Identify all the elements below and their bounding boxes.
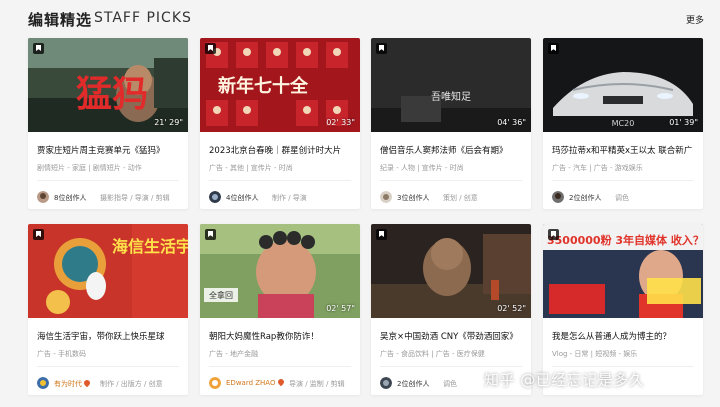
thumbnail-image: 海信生活宇宙 [28,224,188,318]
section-header: 编辑精选 STAFF PICKS 更多 [28,8,706,30]
video-title[interactable]: 朝阳大妈魔性Rap教你防诈！ [209,330,357,342]
video-card[interactable]: 新年七十全 02' 33" 2023北京台春晚｜群星创计时大片 广告 - 其他 … [200,38,360,209]
card-footer: 4位创作人 制作 / 导演 [209,191,357,203]
creator-roles: 制作 / 出版方 / 创意 [100,380,163,388]
creator-avatar[interactable] [37,191,49,203]
svg-text:猛犸: 猛犸 [76,73,148,115]
bookmark-icon[interactable] [205,229,216,240]
video-title[interactable]: 吴京×中国劲酒 CNY《带劲酒回家》 [380,330,528,342]
card-divider [380,180,522,181]
card-divider [552,180,694,181]
creator-roles: 调色 [615,194,629,202]
video-title[interactable]: 我是怎么从普通人成为博主的？ [552,330,700,342]
video-thumbnail[interactable]: 吾唯知足 04' 36" [371,38,531,132]
creator-roles: 制作 / 导演 [272,194,307,202]
card-footer: 2位创作人 调色 [552,191,700,203]
video-card[interactable]: 猛犸 21' 29" 贾家庄短片周主竞赛单元《猛犸》 剧情短片 - 家庭 | 剧… [28,38,188,209]
video-title[interactable]: 海信生活宇宙，带你跃上快乐星球 [37,330,185,342]
staff-picks-page: 编辑精选 STAFF PICKS 更多 猛犸 21' 29" 贾家庄短片周主竞赛… [0,0,720,407]
card-divider [552,366,694,367]
creator-name[interactable]: 4位创作人 [226,193,258,203]
video-thumbnail[interactable]: 新年七十全 02' 33" [200,38,360,132]
video-thumbnail[interactable]: MC20 01' 39" [543,38,703,132]
verified-badge-icon [82,378,92,388]
creator-avatar[interactable] [209,377,221,389]
video-title[interactable]: 2023北京台春晚｜群星创计时大片 [209,144,357,156]
card-footer: 有为时代 制作 / 出版方 / 创意 [37,377,185,389]
section-title-en: STAFF PICKS [94,10,192,26]
svg-text:3500000粉 3年自媒体 收入？恰饭？ 如何经营？ 未来: 3500000粉 3年自媒体 收入？恰饭？ 如何经营？ 未来规划？ [547,233,703,247]
card-footer: 3位创作人 策划 / 创意 [380,191,528,203]
card-divider [380,366,522,367]
svg-text:新年七十全: 新年七十全 [218,75,309,97]
video-duration: 02' 33" [326,118,355,127]
bookmark-icon[interactable] [33,229,44,240]
video-tags: 纪录 - 人物 | 宣传片 - 时尚 [380,164,464,172]
svg-text:全拿回: 全拿回 [209,290,233,300]
video-thumbnail[interactable]: 全拿回 02' 57" [200,224,360,318]
video-title[interactable]: 玛莎拉蒂x和平精英x王以太 联合新广 [552,144,700,156]
video-thumbnail[interactable]: 3500000粉 3年自媒体 收入？恰饭？ 如何经营？ 未来规划？ [543,224,703,318]
card-footer: 8位创作人 摄影指导 / 导演 / 剪辑 [37,191,185,203]
video-card[interactable]: 海信生活宇宙 海信生活宇宙，带你跃上快乐星球 广告 - 手机数码 有为时代 制作… [28,224,188,395]
video-title[interactable]: 贾家庄短片周主竞赛单元《猛犸》 [37,144,185,156]
creator-avatar[interactable] [552,191,564,203]
zhihu-watermark: 知乎 @已经忘记是多久 [484,371,645,389]
video-tags: 广告 - 食品饮料 | 广告 - 医疗保健 [380,350,485,358]
creator-roles: 调色 [443,380,457,388]
creator-roles: 策划 / 创意 [443,194,478,202]
bookmark-icon[interactable] [33,43,44,54]
video-title[interactable]: 僧侣音乐人窦邦法师《后会有期》 [380,144,528,156]
card-footer: EDward ZHAO 导演 / 监制 / 剪辑 [209,377,357,389]
video-tags: 广告 - 地产金融 [209,350,258,358]
video-thumbnail[interactable]: 海信生活宇宙 [28,224,188,318]
video-duration: 01' 39" [669,118,698,127]
video-tags: Vlog - 日常 | 短视频 - 娱乐 [552,350,638,358]
more-link[interactable]: 更多 [686,13,704,26]
creator-name[interactable]: 8位创作人 [54,193,86,203]
video-duration: 02' 52" [497,304,526,313]
video-duration: 21' 29" [154,118,183,127]
video-card[interactable]: MC20 01' 39" 玛莎拉蒂x和平精英x王以太 联合新广 广告 - 汽车 … [543,38,703,209]
creator-name[interactable]: 3位创作人 [397,193,429,203]
video-duration: 04' 36" [497,118,526,127]
creator-name[interactable]: EDward ZHAO [226,377,285,387]
creator-roles: 摄影指导 / 导演 / 剪辑 [100,194,170,202]
bookmark-icon[interactable] [205,43,216,54]
creator-avatar[interactable] [380,191,392,203]
video-card[interactable]: 吾唯知足 04' 36" 僧侣音乐人窦邦法师《后会有期》 纪录 - 人物 | 宣… [371,38,531,209]
svg-text:海信生活宇宙: 海信生活宇宙 [112,237,188,256]
svg-text:MC20: MC20 [612,119,635,128]
bookmark-icon[interactable] [548,229,559,240]
bookmark-icon[interactable] [376,229,387,240]
creator-roles: 导演 / 监制 / 剪辑 [289,380,345,388]
video-tags: 剧情短片 - 家庭 | 剧情短片 - 动作 [37,164,142,172]
creator-avatar[interactable] [209,191,221,203]
card-divider [209,366,351,367]
verified-badge-icon [276,377,285,387]
bookmark-icon[interactable] [548,43,559,54]
video-tags: 广告 - 其他 | 宣传片 - 时尚 [209,164,293,172]
bookmark-icon[interactable] [376,43,387,54]
card-divider [209,180,351,181]
video-tags: 广告 - 汽车 | 广告 - 游戏娱乐 [552,164,643,172]
section-title-cn: 编辑精选 [28,11,93,29]
video-tags: 广告 - 手机数码 [37,350,86,358]
video-thumbnail[interactable]: 猛犸 21' 29" [28,38,188,132]
thumbnail-image: 3500000粉 3年自媒体 收入？恰饭？ 如何经营？ 未来规划？ [543,224,703,318]
creator-avatar[interactable] [37,377,49,389]
creator-avatar[interactable] [380,377,392,389]
creator-name[interactable]: 2位创作人 [397,379,429,389]
video-thumbnail[interactable]: 02' 52" [371,224,531,318]
video-duration: 02' 57" [326,304,355,313]
card-divider [37,366,179,367]
creator-name[interactable]: 有为时代 [54,378,92,389]
creator-name[interactable]: 2位创作人 [569,193,601,203]
video-card[interactable]: 全拿回 02' 57" 朝阳大妈魔性Rap教你防诈！ 广告 - 地产金融 EDw… [200,224,360,395]
svg-text:吾唯知足: 吾唯知足 [431,90,471,103]
card-divider [37,180,179,181]
